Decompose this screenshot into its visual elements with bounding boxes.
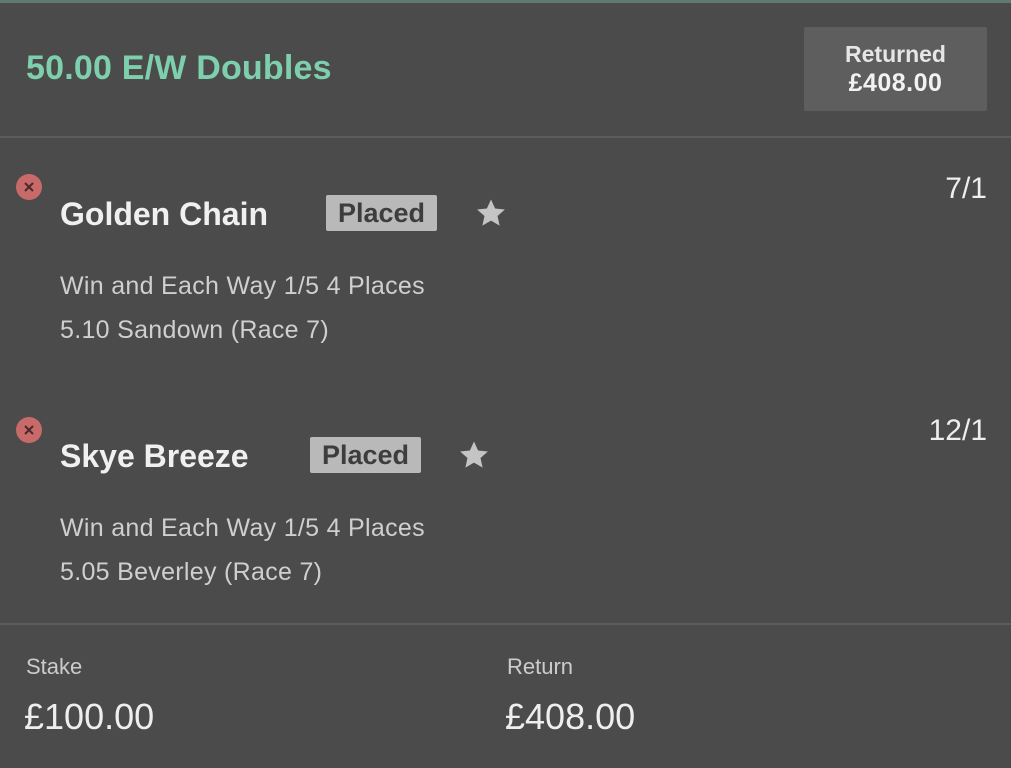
status-badge: Placed: [310, 437, 422, 473]
bet-title: 50.00 E/W Doubles: [26, 49, 332, 87]
returned-amount: £408.00: [848, 69, 943, 97]
runner-name: Skye Breeze: [60, 438, 249, 474]
market-description: Win and Each Way 1/5 4 Places: [60, 514, 425, 542]
runner-name: Golden Chain: [60, 196, 268, 232]
remove-x-icon[interactable]: [16, 174, 42, 200]
stake-value: £100.00: [24, 696, 155, 737]
return-value: £408.00: [505, 696, 636, 737]
return-label: Return: [507, 654, 574, 679]
bet-header: 50.00 E/W Doubles Returned £408.00: [0, 3, 1011, 137]
status-badge: Placed: [326, 195, 438, 231]
star-icon[interactable]: [474, 196, 508, 230]
returned-label: Returned: [845, 41, 946, 67]
remove-x-icon[interactable]: [16, 417, 42, 443]
selection-2: Skye Breeze Placed 12/1 Win and Each Way…: [0, 380, 1011, 600]
event-description: 5.10 Sandown (Race 7): [60, 316, 329, 344]
event-description: 5.05 Beverley (Race 7): [60, 558, 323, 586]
returned-badge: Returned £408.00: [804, 27, 987, 111]
divider: [0, 623, 1011, 625]
odds: 7/1: [945, 172, 987, 205]
star-icon[interactable]: [457, 438, 491, 472]
stake-label: Stake: [26, 654, 83, 679]
bet-receipt: 50.00 E/W Doubles Returned £408.00 Golde…: [0, 0, 1011, 768]
market-description: Win and Each Way 1/5 4 Places: [60, 272, 425, 300]
selection-1: Golden Chain Placed 7/1 Win and Each Way…: [0, 138, 1011, 358]
odds: 12/1: [928, 414, 987, 447]
